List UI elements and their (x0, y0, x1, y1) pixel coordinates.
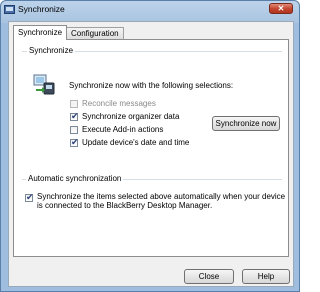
reconcile-messages-checkbox[interactable] (70, 100, 78, 108)
execute-addin-checkbox[interactable] (70, 126, 78, 134)
tab-panel-synchronize: Synchronize Synchronize now with the fol… (13, 39, 289, 257)
auto-sync-checkbox[interactable]: ✔ (25, 192, 34, 202)
close-window-button[interactable]: ✕ (269, 3, 293, 14)
execute-addin-label: Execute Add-in actions (82, 125, 164, 134)
update-date-time-checkbox[interactable]: ✔ (70, 137, 79, 147)
sync-organizer-label: Synchronize organizer data (82, 112, 180, 121)
check-icon: ✔ (26, 192, 34, 202)
tab-configuration[interactable]: Configuration (66, 27, 124, 39)
sync-intro-text: Synchronize now with the following selec… (69, 81, 234, 90)
dialog-client-area: Synchronize Configuration Synchronize Sy… (8, 21, 294, 287)
title-bar[interactable]: Synchronize ✕ (1, 1, 299, 17)
window-title: Synchronize (18, 4, 65, 14)
check-icon: ✔ (71, 137, 79, 147)
dialog-window: Synchronize ✕ Synchronize Configuration … (0, 0, 300, 292)
auto-sync-label-line1: Synchronize the items selected above aut… (37, 192, 286, 201)
sync-devices-icon (33, 74, 55, 95)
reconcile-messages-label: Reconcile messages (82, 99, 156, 108)
sync-organizer-checkbox[interactable]: ✔ (70, 111, 79, 121)
close-icon: ✕ (277, 4, 285, 13)
update-date-time-label: Update device's date and time (82, 138, 190, 147)
app-icon (4, 5, 15, 14)
group-label-automatic-sync: Automatic synchronization (26, 174, 124, 183)
help-button[interactable]: Help (242, 269, 290, 284)
tab-synchronize[interactable]: Synchronize (13, 25, 68, 40)
check-icon: ✔ (71, 111, 79, 121)
group-label-synchronize: Synchronize (27, 46, 76, 55)
close-button[interactable]: Close (184, 269, 234, 284)
auto-sync-label-line2: is connected to the BlackBerry Desktop M… (37, 201, 213, 210)
synchronize-now-button[interactable]: Synchronize now (212, 116, 280, 131)
